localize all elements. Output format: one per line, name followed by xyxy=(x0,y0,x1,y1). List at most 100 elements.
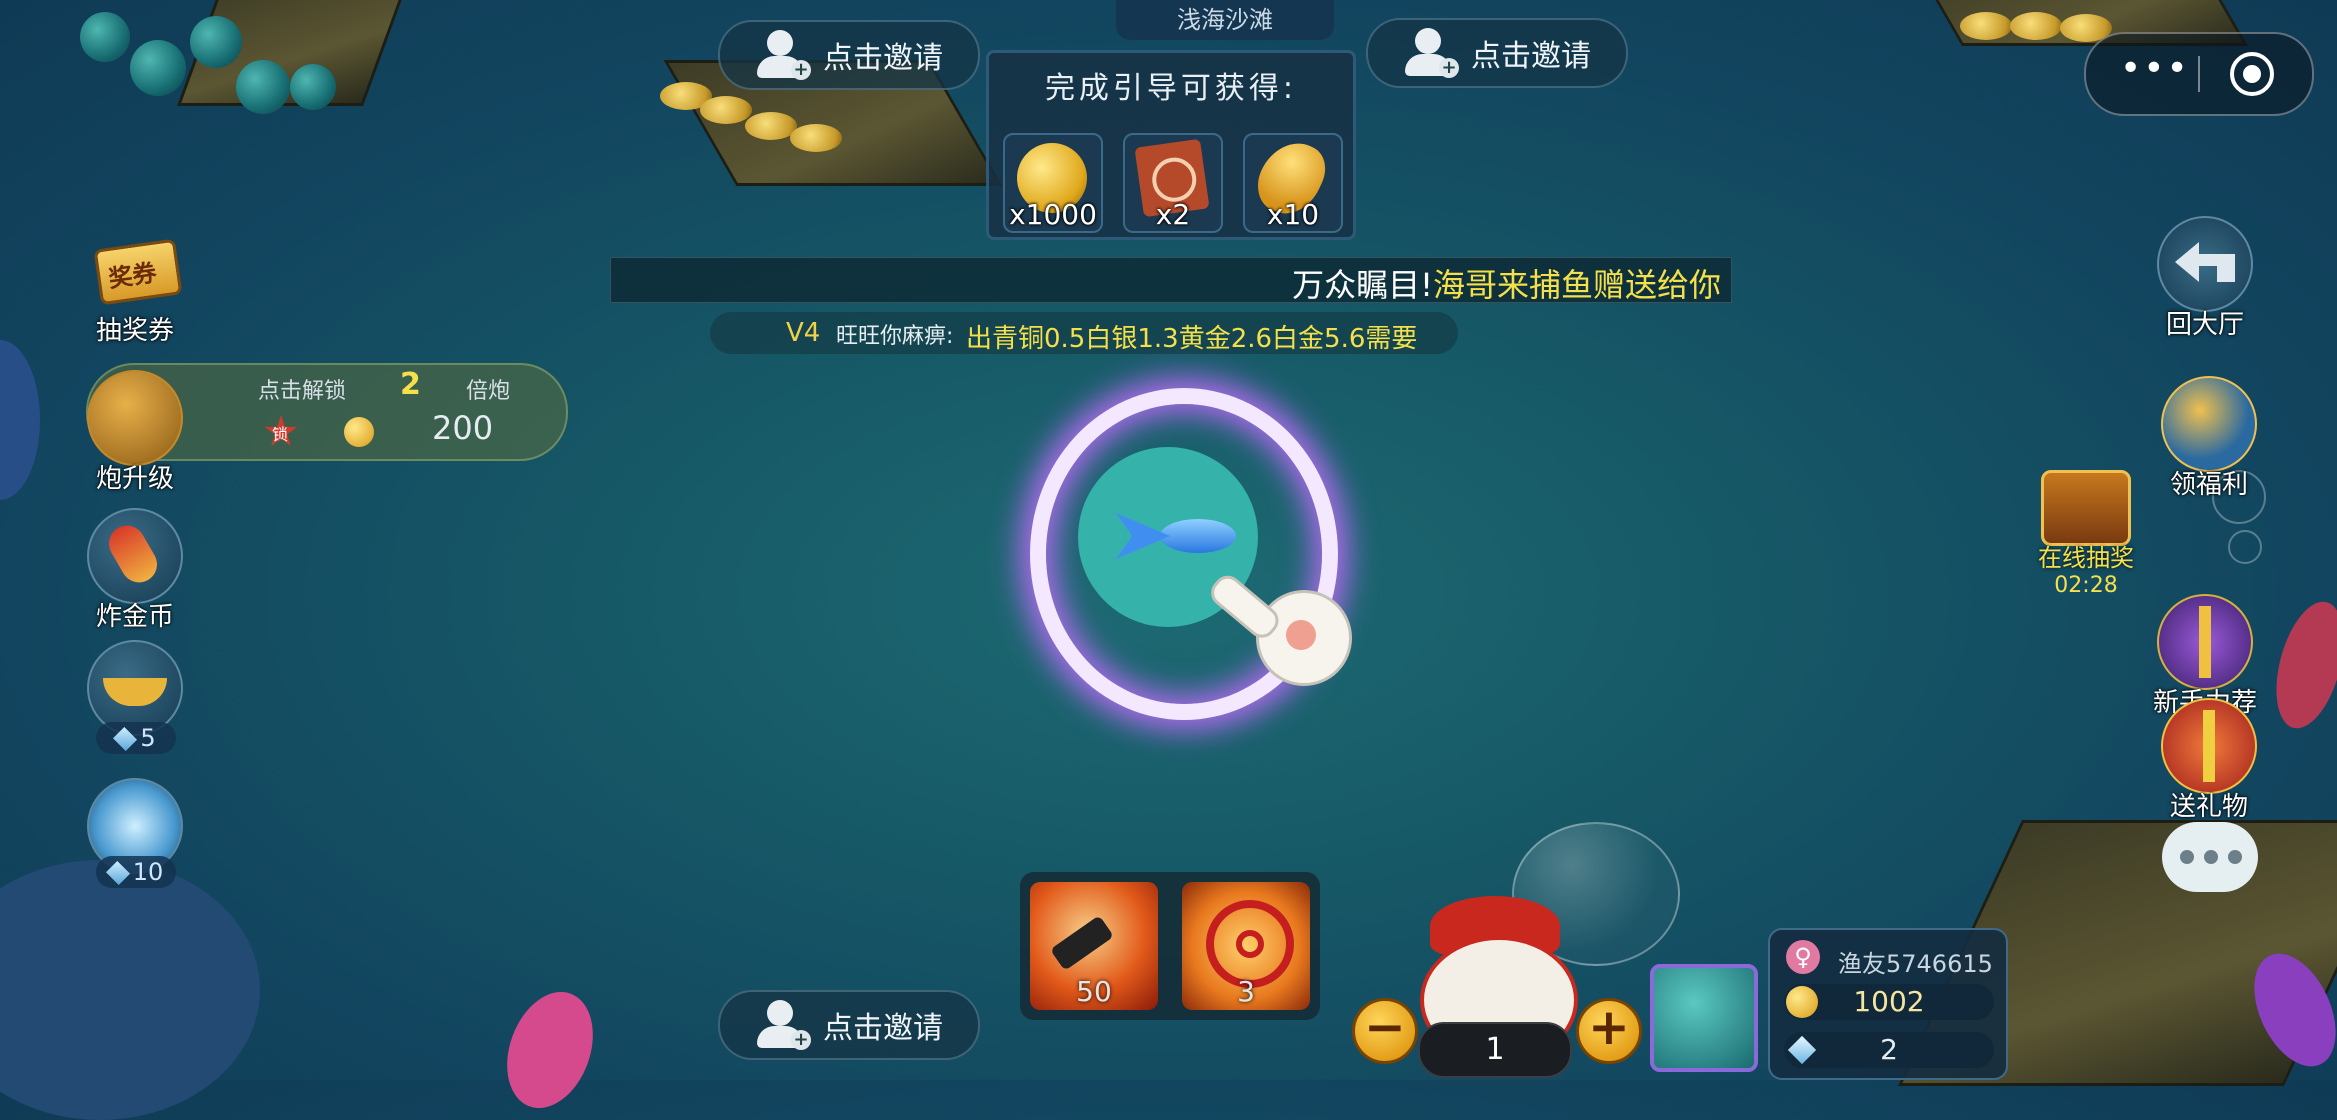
broadcast-suffix: 赠送给你 xyxy=(1592,266,1721,304)
gem-amount: 2 xyxy=(1880,1033,1898,1066)
player-avatar[interactable] xyxy=(1650,964,1758,1072)
more-menu-button[interactable]: ••• xyxy=(2120,48,2190,89)
pointing-hand-icon xyxy=(1205,570,1356,700)
invite-label: 点击邀请 xyxy=(1471,39,1591,74)
invite-button-top-left[interactable]: + 点击邀请 xyxy=(718,20,980,90)
online-lottery-button[interactable]: 在线抽奖 02:28 xyxy=(2026,470,2146,598)
reward-qty: x2 xyxy=(1155,198,1191,231)
welfare-button[interactable]: 领福利 xyxy=(2154,376,2264,501)
send-gift-button[interactable]: 送礼物 xyxy=(2154,698,2264,823)
reward-item-gold-leaf: x10 xyxy=(1243,133,1343,233)
seaweed-ball xyxy=(290,64,336,110)
shark-mascot-icon xyxy=(2161,376,2257,472)
gold-bomb-label: 炸金币 xyxy=(95,602,174,632)
seaweed-ball xyxy=(130,40,186,96)
add-friend-icon: + xyxy=(755,1000,811,1050)
invite-button-bottom[interactable]: + 点击邀请 xyxy=(718,990,980,1060)
back-arrow-icon xyxy=(2157,216,2253,312)
area-name: 浅海沙滩 xyxy=(1177,6,1273,34)
welfare-label: 领福利 xyxy=(2169,470,2248,500)
broadcast-marquee: 万众瞩目!海哥来捕鱼赠送给你 xyxy=(610,257,1732,306)
lottery-ticket-icon: 奖券 xyxy=(89,226,183,318)
back-to-lobby-button[interactable]: 回大厅 xyxy=(2150,216,2260,341)
bet-increase-button[interactable]: + xyxy=(1576,998,1642,1064)
broadcast-text: 万众瞩目!海哥来捕鱼赠送给你 xyxy=(1292,260,1721,306)
gem-balance: 2 xyxy=(1784,1032,1994,1068)
gift-box-icon xyxy=(2157,594,2253,690)
red-gift-icon xyxy=(2161,698,2257,794)
gold-coin-icon xyxy=(344,417,374,447)
lock-target-count: 3 xyxy=(1237,975,1255,1008)
gold-bomb-button[interactable]: 炸金币 xyxy=(80,508,190,633)
reward-item-target-card: x2 xyxy=(1123,133,1223,233)
gem-icon xyxy=(105,860,130,886)
seaweed-ball xyxy=(80,12,130,62)
skill-tray: 50 3 xyxy=(1020,872,1320,1020)
cannon-upgrade-label: 炮升级 xyxy=(95,464,174,494)
coin-balance: 1002 xyxy=(1784,984,1994,1020)
rock-bottom-left xyxy=(0,860,260,1120)
gold-bomb-icon xyxy=(87,508,183,604)
broadcast-player-name: 海哥来捕鱼 xyxy=(1432,266,1593,304)
multiplier-value: 2 xyxy=(400,367,421,402)
multiplier-unit: 倍炮 xyxy=(466,379,511,404)
capsule-divider xyxy=(2198,56,2200,92)
add-friend-icon: + xyxy=(1403,28,1459,78)
cannon-upgrade-icon xyxy=(87,370,183,466)
lock-badge-icon: 锁 xyxy=(264,415,298,446)
diamond-icon xyxy=(1787,1035,1817,1065)
coral-left-edge xyxy=(0,340,40,500)
gold-coin-icon xyxy=(1786,986,1818,1018)
coin-amount: 1002 xyxy=(1853,985,1925,1018)
reward-item-coins: x1000 xyxy=(1003,133,1103,233)
vortex-gem-count: 10 xyxy=(96,856,176,888)
treasure-chest-icon xyxy=(2041,470,2131,546)
lock-badge-text: 锁 xyxy=(272,425,289,444)
lottery-ticket-button[interactable]: 奖券 抽奖券 xyxy=(80,226,190,347)
bet-value: 1 xyxy=(1485,1032,1505,1067)
seaweed-ball xyxy=(190,16,242,68)
close-target-icon[interactable] xyxy=(2230,52,2274,96)
vip-level: V4 xyxy=(786,318,821,348)
pink-fin-bottom xyxy=(491,979,609,1120)
ticker-player: 旺旺你麻痹: xyxy=(836,324,954,349)
fire-cannon-skill-button[interactable]: 50 xyxy=(1030,882,1158,1010)
coin-pile-5 xyxy=(1960,12,2012,40)
air-bubble xyxy=(2228,530,2262,564)
add-friend-icon: + xyxy=(755,30,811,80)
bet-decrease-button[interactable]: − xyxy=(1352,998,1418,1064)
reward-qty: x10 xyxy=(1266,198,1320,231)
blue-fish-icon xyxy=(1110,505,1240,565)
guide-reward-title: 完成引导可获得: xyxy=(1044,71,1298,106)
mini-program-capsule: ••• xyxy=(2084,32,2314,116)
unlock-hint: 点击解锁 xyxy=(258,379,347,404)
chat-icon xyxy=(2180,850,2242,864)
upgrade-cost: 200 xyxy=(432,409,494,447)
bet-multiplier-display: 1 xyxy=(1418,1022,1572,1078)
lamp-gem-count: 5 xyxy=(96,722,176,754)
coin-pile-6 xyxy=(2010,12,2062,40)
ticker-detail: 出青铜0.5白银1.3黄金2.6白金5.6需要 xyxy=(966,324,1418,354)
coin-pile-2 xyxy=(700,96,752,124)
vip-ticker: V4 旺旺你麻痹: 出青铜0.5白银1.3黄金2.6白金5.6需要 xyxy=(710,312,1458,354)
back-to-lobby-label: 回大厅 xyxy=(2165,310,2244,340)
online-lottery-label: 在线抽奖 xyxy=(2038,544,2134,572)
lock-target-skill-button[interactable]: 3 xyxy=(1182,882,1310,1010)
invite-button-top-right[interactable]: + 点击邀请 xyxy=(1366,18,1628,88)
seaweed-ball xyxy=(236,60,290,114)
fire-cannon-count: 50 xyxy=(1076,975,1112,1008)
send-gift-label: 送礼物 xyxy=(2169,792,2248,822)
gem-icon xyxy=(113,726,138,752)
reward-qty: x1000 xyxy=(1009,198,1097,231)
chat-button[interactable] xyxy=(2162,822,2258,892)
vortex-count: 10 xyxy=(132,858,164,886)
female-gender-icon: ♀ xyxy=(1786,940,1820,974)
player-info-panel: ♀ 渔友5746615 1002 2 xyxy=(1768,928,2008,1080)
lamp-count: 5 xyxy=(140,724,156,752)
cannon-upgrade-button[interactable]: 炮升级 xyxy=(80,370,190,495)
area-name-tab: 浅海沙滩 xyxy=(1116,0,1334,40)
invite-label: 点击邀请 xyxy=(823,1011,943,1046)
cannon-icon xyxy=(1049,915,1115,971)
player-name: 渔友5746615 xyxy=(1838,950,1993,978)
broadcast-prefix: 万众瞩目! xyxy=(1292,266,1433,304)
